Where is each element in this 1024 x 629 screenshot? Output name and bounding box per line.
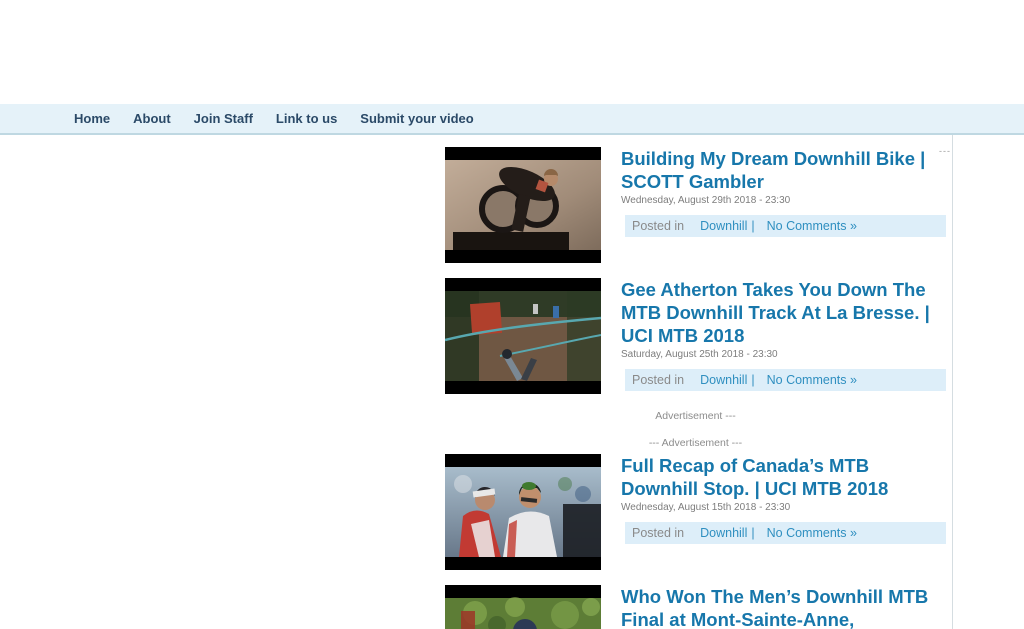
post: Gee Atherton Takes You Down The MTB Down…	[445, 278, 946, 394]
comments-link[interactable]: No Comments »	[767, 526, 857, 540]
post: Building My Dream Downhill Bike | SCOTT …	[445, 147, 946, 263]
post-date: Wednesday, August 29th 2018 - 23:30	[621, 195, 791, 206]
post-title-link[interactable]: Who Won The Men’s Downhill MTB Final at …	[621, 586, 928, 629]
post-title: Full Recap of Canada’s MTB Downhill Stop…	[621, 454, 946, 500]
post-body: Building My Dream Downhill Bike | SCOTT …	[621, 147, 946, 237]
category-link[interactable]: Downhill	[700, 373, 747, 387]
page: Home About Join Staff Link to us Submit …	[0, 0, 1024, 629]
nav-link-link-to-us[interactable]: Link to us	[276, 111, 337, 126]
nav-link-join-staff[interactable]: Join Staff	[194, 111, 253, 126]
post-title-link[interactable]: Building My Dream Downhill Bike | SCOTT …	[621, 148, 925, 192]
post-title: Who Won The Men’s Downhill MTB Final at …	[621, 585, 946, 629]
post-body: Full Recap of Canada’s MTB Downhill Stop…	[621, 454, 946, 544]
video-thumbnail-link[interactable]	[445, 147, 601, 263]
meta-separator: |	[751, 219, 755, 233]
thumbnail-racers-finish-area-image	[445, 454, 601, 570]
post: Full Recap of Canada’s MTB Downhill Stop…	[445, 454, 946, 570]
post-date: Saturday, August 25th 2018 - 23:30	[621, 349, 778, 360]
post-date: Wednesday, August 15th 2018 - 23:30	[621, 502, 791, 513]
post-title-link[interactable]: Full Recap of Canada’s MTB Downhill Stop…	[621, 455, 888, 499]
category-link[interactable]: Downhill	[700, 526, 747, 540]
video-thumbnail-link[interactable]	[445, 278, 601, 394]
advertisement-label-bottom: --- Advertisement ---	[648, 437, 743, 449]
nav-list: Home About Join Staff Link to us Submit …	[0, 104, 1024, 133]
post-body: Gee Atherton Takes You Down The MTB Down…	[621, 278, 946, 391]
video-thumbnail-link[interactable]	[445, 454, 601, 570]
nav-link-submit-your-video[interactable]: Submit your video	[360, 111, 473, 126]
post-meta-bar: Posted in Downhill | No Comments »	[625, 522, 946, 544]
thumbnail-forest-rider-image	[445, 585, 601, 629]
category-link[interactable]: Downhill	[700, 219, 747, 233]
thumbnail-pov-downhill-image	[445, 278, 601, 394]
meta-separator: |	[751, 373, 755, 387]
advertisement-block: Advertisement --- --- Advertisement ---	[445, 410, 946, 450]
meta-separator: |	[751, 526, 755, 540]
nav-link-home[interactable]: Home	[74, 111, 110, 126]
content-sidebar-divider	[952, 135, 953, 629]
post-title: Gee Atherton Takes You Down The MTB Down…	[621, 278, 946, 347]
post-body: Who Won The Men’s Downhill MTB Final at …	[621, 585, 946, 629]
thumbnail-trick-indoors-image	[445, 147, 601, 263]
header-banner-area	[0, 0, 1024, 104]
nav-link-about[interactable]: About	[133, 111, 171, 126]
posted-in-label: Posted in	[632, 219, 685, 233]
posted-in-label: Posted in	[632, 373, 685, 387]
post-title-link[interactable]: Gee Atherton Takes You Down The MTB Down…	[621, 279, 930, 346]
main-nav: Home About Join Staff Link to us Submit …	[0, 104, 1024, 135]
comments-link[interactable]: No Comments »	[767, 373, 857, 387]
post: Who Won The Men’s Downhill MTB Final at …	[445, 585, 946, 629]
video-thumbnail-link[interactable]	[445, 585, 601, 629]
advertisement-label-top: Advertisement ---	[655, 410, 736, 422]
posted-in-label: Posted in	[632, 526, 685, 540]
post-meta-bar: Posted in Downhill | No Comments »	[625, 369, 946, 391]
post-title: Building My Dream Downhill Bike | SCOTT …	[621, 147, 946, 193]
post-list: Building My Dream Downhill Bike | SCOTT …	[445, 147, 946, 629]
comments-link[interactable]: No Comments »	[767, 219, 857, 233]
post-meta-bar: Posted in Downhill | No Comments »	[625, 215, 946, 237]
